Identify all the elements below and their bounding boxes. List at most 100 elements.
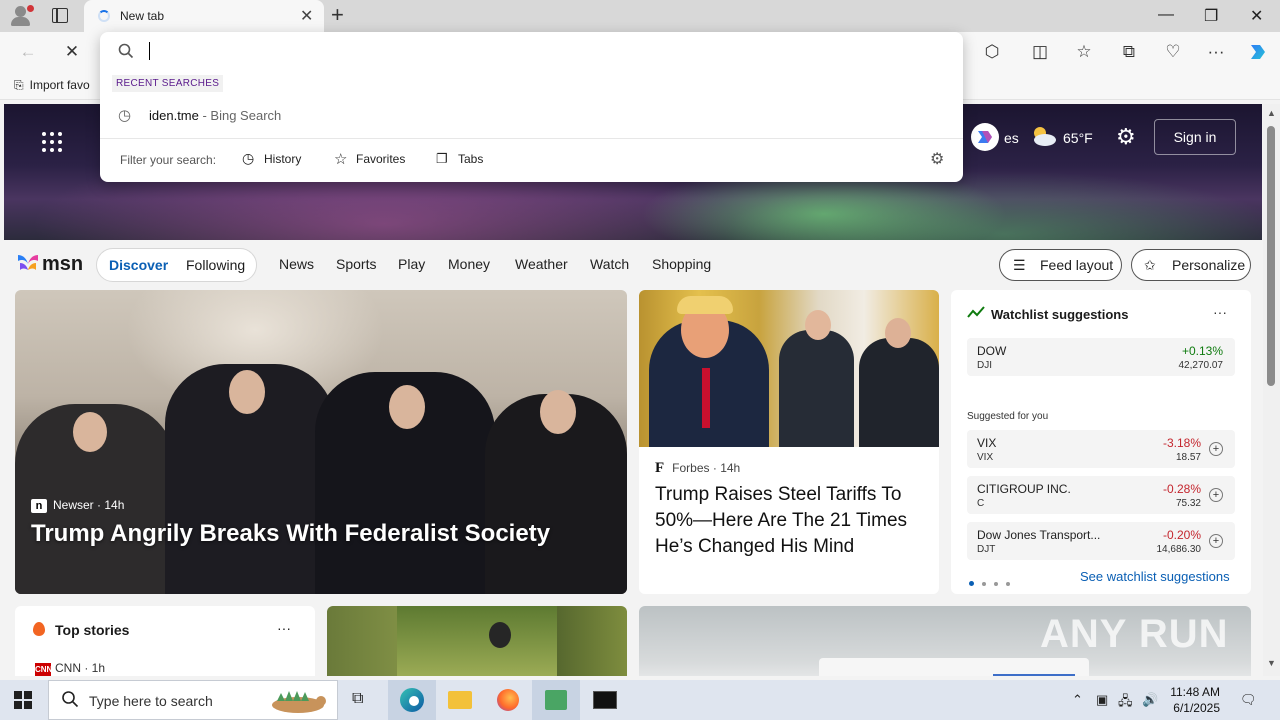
import-icon: ⎘: [14, 78, 24, 92]
scrollbar-thumb[interactable]: [1267, 126, 1275, 386]
search-icon: [118, 43, 134, 62]
address-bar-dropdown: RECENT SEARCHES ◷ iden.tme - Bing Search…: [100, 32, 963, 182]
stop-loading-icon[interactable]: ✕: [60, 40, 84, 64]
page-scrollbar[interactable]: ▲ ▼: [1263, 104, 1280, 676]
watchlist-more-icon[interactable]: ···: [1213, 304, 1227, 320]
main-story-card[interactable]: n Newser · 14h Trump Angrily Breaks With …: [15, 290, 627, 594]
temperature-text[interactable]: 65°F: [1063, 130, 1093, 146]
msn-logo[interactable]: msn: [16, 250, 83, 276]
restore-button[interactable]: ❐: [1204, 6, 1218, 26]
weather-location-text: es: [1004, 130, 1019, 146]
main-headline[interactable]: Trump Angrily Breaks With Federalist Soc…: [31, 520, 550, 548]
copilot-hero-icon[interactable]: [970, 122, 1000, 155]
tab-discover[interactable]: Discover: [109, 257, 168, 273]
import-favorites-link[interactable]: ⎘ Import favo: [14, 78, 90, 93]
nav-watch[interactable]: Watch: [590, 256, 629, 272]
top-story-source[interactable]: CNN CNN · 1h: [35, 661, 105, 676]
top-stories-card: Top stories ··· CNN CNN · 1h: [15, 606, 315, 676]
show-hidden-icons-chevron-icon[interactable]: ⌃: [1072, 692, 1083, 708]
extensions-icon[interactable]: ⬡: [980, 40, 1004, 64]
feed-layout-button[interactable]: ☰ Feed layout: [999, 249, 1122, 281]
scroll-up-icon[interactable]: ▲: [1267, 108, 1276, 118]
edge-taskbar-icon[interactable]: [388, 680, 436, 720]
profile-avatar-icon[interactable]: [8, 4, 34, 28]
nav-money[interactable]: Money: [448, 256, 490, 272]
favorites-star-icon[interactable]: ☆: [1072, 40, 1096, 64]
history-suggestion[interactable]: ◷ iden.tme - Bing Search: [100, 102, 963, 128]
history-clock-icon: ◷: [242, 150, 255, 166]
new-tab-button[interactable]: +: [331, 3, 344, 27]
top-stories-more-icon[interactable]: ···: [277, 620, 291, 636]
copilot-icon[interactable]: [1246, 40, 1270, 64]
search-icon: [61, 690, 79, 711]
personalize-button[interactable]: ✩ Personalize: [1131, 249, 1251, 281]
watchlist-item-vix[interactable]: VIX VIX -3.18% 18.57 +: [967, 430, 1235, 468]
msn-butterfly-icon: [16, 253, 40, 273]
device-icon[interactable]: ▣: [1096, 692, 1108, 708]
close-tab-icon[interactable]: ✕: [300, 6, 313, 26]
second-headline[interactable]: Trump Raises Steel Tariffs To 50%—Here A…: [655, 482, 927, 560]
recent-searches-label: RECENT SEARCHES: [112, 75, 224, 92]
watchlist-item-djt[interactable]: Dow Jones Transport... DJT -0.20% 14,686…: [967, 522, 1235, 560]
story-image: [639, 290, 939, 447]
file-explorer-icon[interactable]: [436, 680, 484, 720]
tabs-icon: ❐: [436, 151, 448, 166]
task-view-icon[interactable]: ⧉: [338, 680, 386, 720]
app-launcher-icon[interactable]: [42, 132, 62, 152]
tab-following[interactable]: Following: [186, 257, 245, 273]
weather-cloud-icon[interactable]: [1030, 124, 1058, 151]
add-to-watchlist-icon[interactable]: +: [1209, 442, 1223, 456]
add-to-watchlist-icon[interactable]: +: [1209, 488, 1223, 502]
story-source: F Forbes · 14h: [655, 460, 741, 476]
new-tab-page: es 65°F ⚙ Sign in msn Discover Following…: [0, 100, 1264, 676]
volume-icon[interactable]: 🔊: [1142, 692, 1158, 708]
flame-icon: [33, 622, 45, 636]
search-settings-gear-icon[interactable]: ⚙: [930, 149, 944, 169]
browser-essentials-icon[interactable]: ♡: [1161, 40, 1185, 64]
nav-weather[interactable]: Weather: [515, 256, 568, 272]
address-input[interactable]: [149, 42, 150, 60]
golf-story-card[interactable]: [327, 606, 627, 676]
nav-play[interactable]: Play: [398, 256, 425, 272]
nav-shopping[interactable]: Shopping: [652, 256, 711, 272]
story-source: n Newser · 14h: [31, 498, 124, 513]
notifications-icon[interactable]: 🗨: [1240, 692, 1257, 708]
nav-news[interactable]: News: [279, 256, 314, 272]
system-tool-icon[interactable]: [532, 680, 580, 720]
terminal-icon[interactable]: [580, 680, 628, 720]
cnn-logo-icon: CNN: [35, 663, 52, 676]
collections-icon[interactable]: ⧉: [1117, 40, 1141, 64]
network-icon[interactable]: 🖧: [1118, 692, 1133, 714]
back-arrow-icon[interactable]: ←: [16, 40, 40, 64]
taskbar-search-box[interactable]: Type here to search: [48, 680, 338, 720]
minimize-button[interactable]: —: [1158, 6, 1174, 24]
carousel-pager[interactable]: [969, 574, 1018, 589]
firefox-icon[interactable]: [484, 680, 532, 720]
tab-new-tab[interactable]: New tab ✕: [84, 0, 324, 32]
sign-in-button[interactable]: Sign in: [1154, 119, 1236, 155]
watchlist-title: Watchlist suggestions: [991, 307, 1129, 322]
windows-start-icon[interactable]: [14, 691, 32, 709]
taskbar-clock[interactable]: 11:48 AM 6/1/2025: [1170, 684, 1220, 716]
watchlist-item-citigroup[interactable]: CITIGROUP INC. C -0.28% 75.32 +: [967, 476, 1235, 514]
tab-actions-icon[interactable]: [52, 8, 68, 23]
close-window-button[interactable]: ✕: [1250, 6, 1263, 26]
split-screen-icon[interactable]: ◫: [1028, 40, 1052, 64]
filter-history[interactable]: ◷ History: [242, 150, 301, 166]
filter-tabs[interactable]: ❐ Tabs: [436, 151, 483, 166]
favorites-star-icon: ☆: [334, 151, 348, 168]
history-clock-icon: ◷: [118, 107, 132, 124]
dinosaur-search-highlight-icon: [263, 683, 333, 720]
see-watchlist-link[interactable]: See watchlist suggestions: [1080, 569, 1230, 584]
watchlist-item-dow[interactable]: DOW DJI +0.13% 42,270.07: [967, 338, 1235, 376]
filter-favorites[interactable]: ☆ Favorites: [334, 151, 405, 168]
settings-gear-icon[interactable]: ⚙: [1116, 124, 1136, 150]
nav-sports[interactable]: Sports: [336, 256, 376, 272]
second-story-card[interactable]: F Forbes · 14h Trump Raises Steel Tariffs…: [639, 290, 939, 594]
newser-logo-icon: n: [31, 499, 47, 513]
settings-more-icon[interactable]: ···: [1204, 40, 1228, 64]
tab-title: New tab: [120, 9, 165, 23]
sparkle-star-icon: ✩: [1144, 257, 1156, 273]
scroll-down-icon[interactable]: ▼: [1267, 658, 1276, 668]
add-to-watchlist-icon[interactable]: +: [1209, 534, 1223, 548]
